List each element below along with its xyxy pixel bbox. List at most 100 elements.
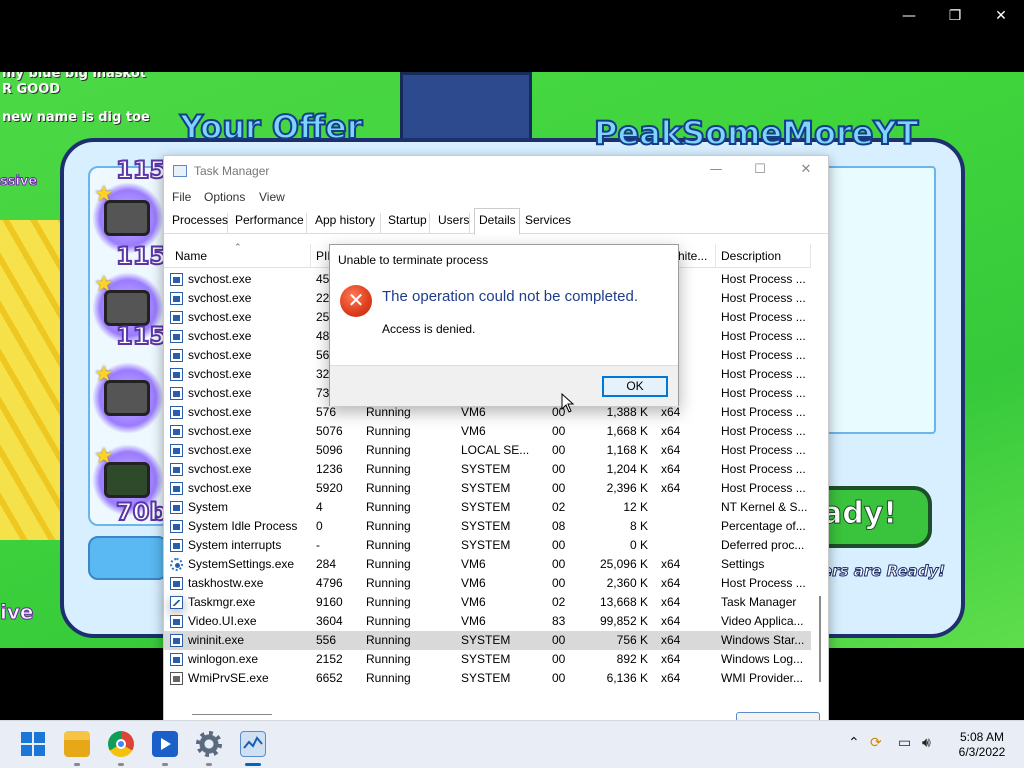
cell-desc: Host Process ... — [721, 443, 806, 457]
cell-mem: 99,852 K — [599, 614, 648, 628]
tab-services[interactable]: Services — [525, 213, 573, 234]
task-manager-icon[interactable] — [240, 731, 266, 757]
process-row[interactable]: wininit.exe 556 Running SYSTEM 00 756 K x64 Win… — [164, 631, 811, 650]
tab-startup[interactable]: Startup — [388, 213, 430, 234]
chrome-icon[interactable] — [108, 731, 134, 757]
process-row[interactable]: svchost.exe 5076 Running VM6 00 1,668 K x64 Hos… — [164, 422, 811, 441]
media-player-icon[interactable] — [152, 731, 178, 757]
clock[interactable]: 5:08 AM 6/3/2022 — [948, 730, 1016, 760]
display-icon[interactable]: ▭ — [898, 735, 911, 751]
cube-decoration — [400, 72, 532, 142]
chevron-up-icon[interactable]: ⌃ — [848, 735, 860, 751]
close-icon[interactable]: ✕ — [989, 6, 1013, 26]
speaker-icon[interactable]: 🔊︎ — [922, 735, 931, 751]
cell-arch: x64 — [661, 652, 681, 666]
process-row[interactable]: svchost.exe 5920 Running SYSTEM 00 2,396 K x64… — [164, 479, 811, 498]
cell-desc: Windows Star... — [721, 633, 805, 647]
cell-name: SystemSettings.exe — [188, 557, 295, 571]
cell-pid: 0 — [316, 519, 323, 533]
cell-status: Running — [366, 538, 411, 552]
cell-status: Running — [366, 614, 411, 628]
cell-user: VM6 — [461, 405, 486, 419]
cell-mem: 1,668 K — [606, 424, 648, 438]
tab-app-history[interactable]: App history — [315, 213, 381, 234]
process-row[interactable]: Taskmgr.exe 9160 Running VM6 02 13,668 K x64 Ta… — [164, 593, 811, 612]
cell-pid: 1236 — [316, 462, 343, 476]
gear-icon — [170, 558, 183, 571]
cell-name: Taskmgr.exe — [188, 595, 256, 609]
tab-processes[interactable]: Processes — [172, 213, 228, 234]
cell-user: SYSTEM — [461, 538, 511, 552]
cell-desc: Host Process ... — [721, 462, 806, 476]
cell-cpu: 00 — [552, 462, 566, 476]
minimize-icon[interactable]: — — [897, 6, 921, 26]
cell-desc: Host Process ... — [721, 310, 806, 324]
cell-desc: Percentage of... — [721, 519, 806, 533]
maximize-icon[interactable]: ☐ — [746, 162, 774, 180]
cell-name: svchost.exe — [188, 348, 252, 362]
process-row[interactable]: winlogon.exe 2152 Running SYSTEM 00 892 K x64 W… — [164, 650, 811, 669]
start-icon[interactable] — [20, 731, 46, 757]
cell-name: WmiPrvSE.exe — [188, 671, 269, 685]
tab-performance[interactable]: Performance — [235, 213, 307, 234]
clock-time: 5:08 AM — [959, 730, 1005, 744]
process-icon — [170, 330, 183, 343]
cell-desc: Host Process ... — [721, 405, 806, 419]
restore-icon[interactable]: ❐ — [943, 6, 967, 26]
cell-user: VM6 — [461, 576, 486, 590]
scrollbar[interactable] — [812, 268, 828, 688]
column-description[interactable]: Description — [721, 249, 781, 263]
close-icon[interactable]: ✕ — [792, 162, 820, 180]
cell-cpu: 02 — [552, 500, 566, 514]
scrollbar-thumb[interactable] — [819, 596, 821, 682]
sort-chevron-icon: ⌃ — [234, 242, 242, 252]
ok-button[interactable]: OK — [602, 376, 668, 397]
menu-view[interactable]: View — [259, 190, 285, 204]
process-row[interactable]: SystemSettings.exe 284 Running VM6 00 25,096 … — [164, 555, 811, 574]
file-explorer-icon[interactable] — [64, 731, 90, 757]
column-name[interactable]: Name — [175, 249, 207, 263]
column-white[interactable]: hite... — [678, 249, 707, 263]
menu-file[interactable]: File — [172, 190, 191, 204]
cell-mem: 756 K — [616, 633, 648, 647]
process-row[interactable]: svchost.exe 5096 Running LOCAL SE... 00 1,168… — [164, 441, 811, 460]
cell-desc: Video Applica... — [721, 614, 804, 628]
cell-name: svchost.exe — [188, 291, 252, 305]
process-icon — [170, 539, 183, 552]
process-row[interactable]: System 4 Running SYSTEM 02 12 K NT Kernel & S.… — [164, 498, 811, 517]
cell-cpu: 00 — [552, 443, 566, 457]
tab-details[interactable]: Details — [474, 208, 520, 235]
menu-options[interactable]: Options — [204, 190, 245, 204]
ready-button-label: ady! — [822, 496, 898, 532]
cell-name: svchost.exe — [188, 481, 252, 495]
settings-icon[interactable] — [196, 731, 222, 757]
cell-desc: Settings — [721, 557, 765, 571]
cell-pid: 576 — [316, 405, 337, 419]
process-row[interactable]: WmiPrvSE.exe 6652 Running SYSTEM 00 6,136 K x6… — [164, 669, 811, 688]
cell-name: svchost.exe — [188, 462, 252, 476]
tab-users[interactable]: Users — [438, 213, 470, 234]
process-row[interactable]: svchost.exe 1236 Running SYSTEM 00 1,204 K x64… — [164, 460, 811, 479]
chat-line: my blue big maskot — [2, 72, 146, 81]
cell-pid: 556 — [316, 633, 337, 647]
cell-arch: x64 — [661, 614, 681, 628]
minimize-icon[interactable]: — — [702, 162, 730, 180]
pet-slot[interactable]: ★ — [92, 362, 164, 434]
cell-user: SYSTEM — [461, 519, 511, 533]
process-row[interactable]: Video.UI.exe 3604 Running VM6 83 99,852 K x64 V… — [164, 612, 811, 631]
cell-cpu: 00 — [552, 633, 566, 647]
process-row[interactable]: System Idle Process 0 Running SYSTEM 08 8 K Pe… — [164, 517, 811, 536]
cell-user: VM6 — [461, 595, 486, 609]
offer-tab-button[interactable] — [88, 536, 168, 580]
cell-pid: 48 — [316, 329, 330, 343]
process-row[interactable]: System interrupts - Running SYSTEM 00 0 K Defe… — [164, 536, 811, 555]
cell-status: Running — [366, 500, 411, 514]
error-icon: ✕ — [340, 285, 372, 317]
process-row[interactable]: taskhostw.exe 4796 Running VM6 00 2,360 K x64 H… — [164, 574, 811, 593]
cell-pid: 3604 — [316, 614, 343, 628]
cell-name: svchost.exe — [188, 310, 252, 324]
cell-name: svchost.exe — [188, 272, 252, 286]
sync-icon[interactable]: ⟳ — [870, 735, 882, 751]
cell-status: Running — [366, 557, 411, 571]
cell-status: Running — [366, 671, 411, 685]
